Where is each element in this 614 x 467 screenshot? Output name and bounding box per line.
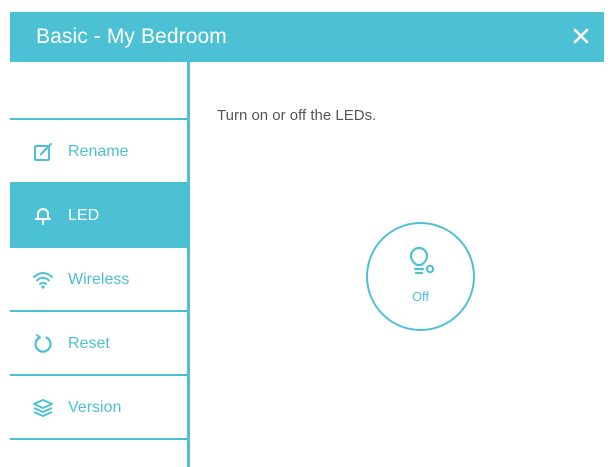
lightbulb-icon xyxy=(409,246,435,275)
dialog-title: Basic - My Bedroom xyxy=(36,25,227,48)
sidebar-header xyxy=(10,62,187,120)
sidebar-item-label: Version xyxy=(68,399,122,416)
settings-dialog: Basic - My Bedroom Rename LED Wireless R… xyxy=(10,12,604,467)
led-toggle-button[interactable]: Off xyxy=(366,222,475,331)
wifi-icon xyxy=(33,272,53,289)
sidebar-item-label: LED xyxy=(68,207,100,224)
led-description: Turn on or off the LEDs. xyxy=(217,107,377,124)
sidebar-nav: Rename LED Wireless Reset Version xyxy=(10,120,187,440)
sidebar-item-rename[interactable]: Rename xyxy=(10,120,187,184)
sidebar-item-reset[interactable]: Reset xyxy=(10,312,187,376)
close-button[interactable] xyxy=(566,21,596,51)
led-state-label: Off xyxy=(411,289,430,304)
close-icon xyxy=(573,28,589,44)
sidebar-item-label: Rename xyxy=(68,143,129,160)
bulb-icon xyxy=(35,208,51,225)
sidebar: Rename LED Wireless Reset Version xyxy=(10,62,190,467)
sidebar-item-led[interactable]: LED xyxy=(10,184,187,248)
dialog-titlebar: Basic - My Bedroom xyxy=(10,12,604,62)
stack-icon xyxy=(33,399,53,417)
reset-icon xyxy=(34,334,52,353)
sidebar-item-label: Reset xyxy=(68,335,110,352)
edit-icon xyxy=(34,143,52,161)
sidebar-item-label: Wireless xyxy=(68,271,130,288)
sidebar-item-version[interactable]: Version xyxy=(10,376,187,440)
led-settings-panel: Turn on or off the LEDs. Off xyxy=(190,62,604,467)
sidebar-item-wireless[interactable]: Wireless xyxy=(10,248,187,312)
